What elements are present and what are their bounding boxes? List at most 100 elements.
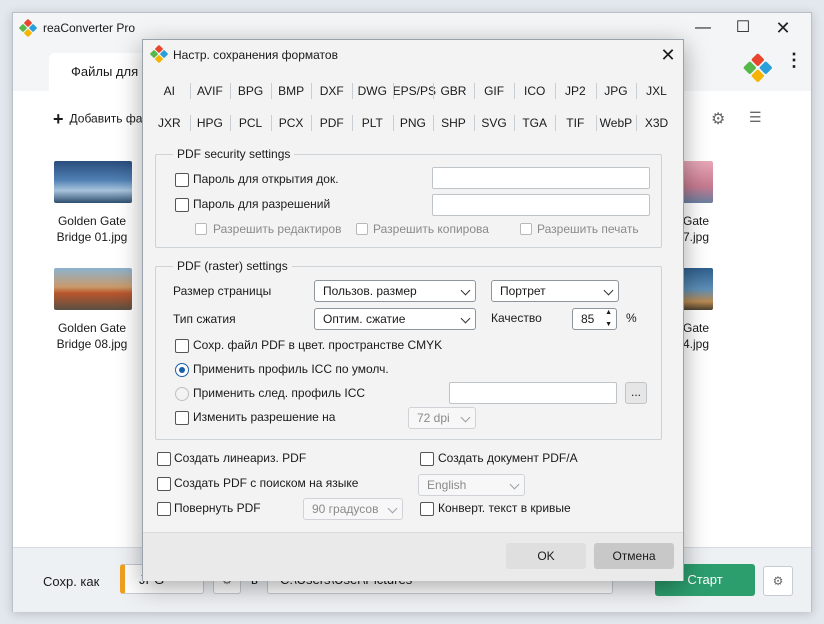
quality-unit: % xyxy=(626,311,637,325)
format-tab-svg[interactable]: SVG xyxy=(474,111,515,135)
format-tab-ai[interactable]: AI xyxy=(149,79,190,103)
compression-select[interactable]: Оптим. сжатие xyxy=(314,308,476,330)
allow-edit-checkbox[interactable] xyxy=(195,223,207,235)
dialog-logo-icon xyxy=(149,44,169,64)
format-tab-separator xyxy=(189,115,191,131)
settings-gear-icon[interactable]: ⚙ xyxy=(711,109,725,129)
page-size-select[interactable]: Пользов. размер xyxy=(314,280,476,302)
format-tab-shp[interactable]: SHP xyxy=(433,111,474,135)
close-icon[interactable]: ✕ xyxy=(763,13,803,43)
format-tab-gbr[interactable]: GBR xyxy=(433,79,474,103)
view-list-icon[interactable]: ☰ xyxy=(749,109,762,126)
format-tab-x3d[interactable]: X3D xyxy=(636,111,677,135)
thumbnail-image[interactable] xyxy=(681,268,713,310)
searchable-checkbox[interactable] xyxy=(157,477,171,491)
pdfa-label: Создать документ PDF/A xyxy=(438,451,578,465)
permissions-password-input[interactable] xyxy=(432,194,650,216)
pdfa-checkbox[interactable] xyxy=(420,452,434,466)
format-tab-separator xyxy=(311,115,313,131)
thumbnail-image[interactable] xyxy=(54,268,132,310)
format-tab-pdf[interactable]: PDF xyxy=(311,111,352,135)
format-tab-separator xyxy=(473,83,475,99)
icc-default-radio[interactable] xyxy=(175,363,189,377)
format-tab-bmp[interactable]: BMP xyxy=(271,79,312,103)
thumbnail-label: Golden Gate Bridge 08.jpg xyxy=(56,321,128,351)
spin-arrows-icon[interactable]: ▲ ▼ xyxy=(605,307,612,331)
permissions-password-checkbox[interactable] xyxy=(175,198,189,212)
format-tab-png[interactable]: PNG xyxy=(393,111,434,135)
format-tab-separator xyxy=(392,115,394,131)
thumbnail-label: Gate 7.jpg xyxy=(683,214,710,244)
format-tab-separator xyxy=(270,83,272,99)
allow-copy-checkbox[interactable] xyxy=(356,223,368,235)
format-tab-bpg[interactable]: BPG xyxy=(230,79,271,103)
format-tab-separator xyxy=(311,83,313,99)
format-tab-dwg[interactable]: DWG xyxy=(352,79,393,103)
permissions-password-label: Пароль для разрешений xyxy=(193,197,331,211)
dialog-close-icon[interactable]: ✕ xyxy=(655,42,681,68)
format-tab-webp[interactable]: WebP xyxy=(596,111,637,135)
minimize-icon[interactable]: — xyxy=(683,13,723,43)
ok-button[interactable]: OK xyxy=(506,543,586,569)
quality-label: Качество xyxy=(491,311,542,325)
allow-print-checkbox[interactable] xyxy=(520,223,532,235)
add-files-label: Добавить фа xyxy=(69,111,143,126)
maximize-icon[interactable]: ☐ xyxy=(723,13,763,43)
rotate-select[interactable]: 90 градусов xyxy=(303,498,403,520)
format-tab-separator xyxy=(230,115,232,131)
language-select[interactable]: English xyxy=(418,474,525,496)
format-tab-tga[interactable]: TGA xyxy=(514,111,555,135)
format-tab-separator xyxy=(189,83,191,99)
app-logo-icon xyxy=(18,18,38,38)
thumbnail-image[interactable] xyxy=(681,161,713,203)
cancel-button[interactable]: Отмена xyxy=(594,543,674,569)
format-tab-hpg[interactable]: HPG xyxy=(190,111,231,135)
format-tab-plt[interactable]: PLT xyxy=(352,111,393,135)
icc-custom-radio[interactable] xyxy=(175,387,189,401)
format-tab-separator xyxy=(514,83,516,99)
format-tab-gif[interactable]: GIF xyxy=(474,79,515,103)
format-tab-jp2[interactable]: JP2 xyxy=(555,79,596,103)
cmyk-checkbox[interactable] xyxy=(175,339,189,353)
rotate-checkbox[interactable] xyxy=(157,502,171,516)
format-tab-avif[interactable]: AVIF xyxy=(190,79,231,103)
icc-profile-input[interactable] xyxy=(449,382,617,404)
format-tab-eps-ps[interactable]: EPS/PS xyxy=(393,79,436,103)
format-tab-pcx[interactable]: PCX xyxy=(271,111,312,135)
plus-icon: + xyxy=(53,109,64,129)
resolution-checkbox[interactable] xyxy=(175,411,189,425)
rotate-label: Повернуть PDF xyxy=(174,501,261,515)
linearized-checkbox[interactable] xyxy=(157,452,171,466)
open-password-checkbox[interactable] xyxy=(175,173,189,187)
more-menu-icon[interactable]: ⋮ xyxy=(785,51,803,69)
format-tab-ico[interactable]: ICO xyxy=(514,79,555,103)
format-tab-separator xyxy=(352,83,353,99)
format-tab-separator xyxy=(555,83,556,99)
quality-spinbox[interactable]: 85 ▲ ▼ xyxy=(572,308,617,330)
format-tab-separator xyxy=(270,115,272,131)
format-tab-dxf[interactable]: DXF xyxy=(311,79,352,103)
allow-edit-label: Разрешить редактирова xyxy=(213,222,341,236)
format-tab-separator xyxy=(230,83,232,99)
thumbnail-image[interactable] xyxy=(54,161,132,203)
add-files-button[interactable]: + Добавить фа xyxy=(53,109,142,130)
brand-logo-icon xyxy=(743,53,787,97)
resolution-label: Изменить разрешение на xyxy=(193,410,336,424)
format-tab-separator xyxy=(636,83,638,99)
format-tab-jpg[interactable]: JPG xyxy=(596,79,637,103)
start-settings-gear-icon[interactable]: ⚙ xyxy=(763,566,793,596)
format-tab-separator xyxy=(595,115,597,131)
text-to-curves-checkbox[interactable] xyxy=(420,502,434,516)
raster-group-title: PDF (raster) settings xyxy=(173,259,292,273)
orientation-select[interactable]: Портрет xyxy=(491,280,619,302)
allow-copy-label: Разрешить копирова xyxy=(373,222,489,236)
format-tab-jxl[interactable]: JXL xyxy=(636,79,677,103)
format-tab-tif[interactable]: TIF xyxy=(555,111,596,135)
open-password-label: Пароль для открытия док. xyxy=(193,172,339,186)
page-size-label: Размер страницы xyxy=(173,284,272,298)
open-password-input[interactable] xyxy=(432,167,650,189)
icc-browse-button[interactable]: ... xyxy=(625,382,647,404)
dpi-select[interactable]: 72 dpi xyxy=(408,407,476,429)
format-tab-jxr[interactable]: JXR xyxy=(149,111,190,135)
format-tab-pcl[interactable]: PCL xyxy=(230,111,271,135)
